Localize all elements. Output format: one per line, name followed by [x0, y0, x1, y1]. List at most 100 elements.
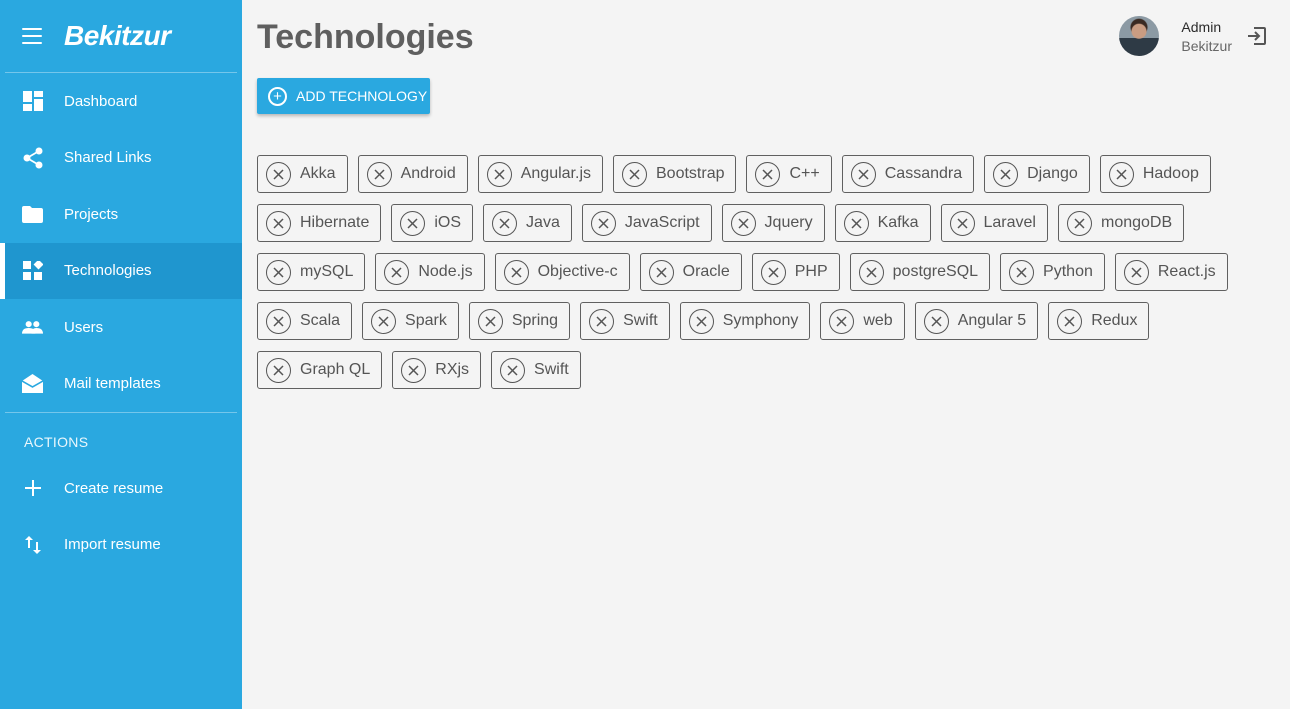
remove-circle-icon[interactable]	[266, 357, 291, 383]
remove-circle-icon[interactable]	[923, 308, 949, 334]
technology-chip: Angular 5	[914, 302, 1039, 340]
sidebar-item-technologies[interactable]: Technologies	[0, 242, 242, 299]
actions-section-title: ACTIONS	[24, 434, 89, 450]
technology-chip: Hibernate	[257, 204, 382, 242]
technology-chip: Spark	[362, 302, 459, 340]
technology-chip-label: Django	[1027, 165, 1078, 182]
people-icon	[22, 317, 43, 338]
remove-circle-icon[interactable]	[1009, 259, 1035, 285]
sidebar-action-import-resume[interactable]: Import resume	[0, 517, 242, 574]
technology-chip-label: web	[863, 312, 893, 329]
technology-chip: Python	[1000, 253, 1105, 291]
remove-circle-icon[interactable]	[622, 161, 647, 187]
remove-circle-icon[interactable]	[266, 210, 291, 236]
remove-circle-icon[interactable]	[366, 161, 392, 187]
remove-circle-icon[interactable]	[858, 259, 884, 285]
remove-circle-icon[interactable]	[1057, 308, 1083, 334]
technology-chip: Spring	[468, 302, 571, 340]
sidebar-item-label: Users	[64, 318, 104, 336]
technology-chip-label: Laravel	[983, 214, 1036, 231]
technology-chip: Node.js	[375, 253, 485, 291]
technology-chip-label: Jquery	[764, 214, 813, 231]
remove-circle-icon[interactable]	[477, 308, 503, 334]
widgets-icon	[22, 260, 43, 281]
technology-chip-label: JavaScript	[624, 214, 700, 231]
remove-circle-icon[interactable]	[371, 308, 397, 334]
technology-chip: web	[820, 302, 905, 340]
plus-icon	[22, 478, 43, 499]
remove-circle-icon[interactable]	[590, 210, 616, 236]
technology-chip-label: Redux	[1091, 312, 1138, 329]
sidebar-item-users[interactable]: Users	[0, 299, 242, 356]
technology-chip-label: RXjs	[435, 361, 470, 378]
remove-circle-icon[interactable]	[648, 259, 674, 285]
technology-chip-label: Bootstrap	[656, 165, 725, 182]
remove-circle-icon[interactable]	[993, 161, 1019, 187]
remove-circle-icon[interactable]	[829, 308, 855, 334]
remove-circle-icon[interactable]	[688, 308, 714, 334]
import-icon	[22, 534, 43, 555]
main-content: Technologies + ADD TECHNOLOGY Akka Androi…	[242, 0, 1290, 709]
technology-chip-label: Scala	[300, 312, 341, 329]
technology-chip-label: Spark	[405, 312, 447, 329]
app-logo[interactable]: Bekitzur	[64, 20, 171, 52]
remove-circle-icon[interactable]	[850, 161, 876, 187]
technology-chip: Redux	[1048, 302, 1150, 340]
remove-circle-icon[interactable]	[400, 210, 426, 236]
sidebar-item-dashboard[interactable]: Dashboard	[0, 73, 242, 130]
avatar[interactable]	[1119, 16, 1160, 56]
technology-chip-label: iOS	[434, 214, 462, 231]
remove-circle-icon[interactable]	[503, 259, 529, 285]
technology-chip: Django	[984, 155, 1090, 193]
technology-chip: RXjs	[392, 351, 482, 389]
technology-chip: Bootstrap	[613, 155, 737, 193]
technology-chip-label: Hadoop	[1142, 165, 1199, 182]
remove-circle-icon[interactable]	[266, 308, 291, 334]
add-technology-button[interactable]: + ADD TECHNOLOGY	[257, 78, 430, 114]
remove-circle-icon[interactable]	[401, 357, 427, 383]
dashboard-icon	[22, 91, 43, 112]
remove-circle-icon[interactable]	[589, 308, 615, 334]
remove-circle-icon[interactable]	[1123, 259, 1149, 285]
user-name: Admin	[1181, 18, 1222, 35]
remove-circle-icon[interactable]	[486, 161, 512, 187]
sidebar-item-label: Projects	[64, 205, 119, 223]
technology-chip-label: React.js	[1157, 263, 1216, 280]
remove-circle-icon[interactable]	[384, 259, 410, 285]
remove-circle-icon[interactable]	[949, 210, 975, 236]
technology-chip: mySQL	[257, 253, 366, 291]
sidebar-item-shared-links[interactable]: Shared Links	[0, 130, 242, 187]
technology-chip: Swift	[491, 351, 581, 389]
technology-chip: PHP	[751, 253, 840, 291]
technology-chip: Graph QL	[257, 351, 383, 389]
technology-chip: Akka	[257, 155, 348, 193]
technology-chip-label: Kafka	[877, 214, 919, 231]
technology-chip-label: Hibernate	[300, 214, 370, 231]
sidebar-action-create-resume[interactable]: Create resume	[0, 460, 242, 517]
hamburger-menu-icon[interactable]	[22, 28, 42, 44]
remove-circle-icon[interactable]	[1108, 161, 1134, 187]
technology-chip-label: Oracle	[682, 263, 730, 280]
remove-circle-icon[interactable]	[760, 259, 786, 285]
remove-circle-icon[interactable]	[492, 210, 518, 236]
remove-circle-icon[interactable]	[266, 161, 291, 187]
technology-chip-label: Java	[526, 214, 560, 231]
user-org: Bekitzur	[1181, 37, 1232, 54]
technology-chip-label: Python	[1043, 263, 1093, 280]
technology-chip: Android	[357, 155, 468, 193]
logout-icon[interactable]	[1246, 25, 1268, 47]
remove-circle-icon[interactable]	[1066, 210, 1092, 236]
technology-chip-label: mongoDB	[1100, 214, 1173, 231]
remove-circle-icon[interactable]	[730, 210, 756, 236]
technology-chip: JavaScript	[581, 204, 712, 242]
technology-chip-label: Graph QL	[300, 361, 371, 378]
remove-circle-icon[interactable]	[500, 357, 526, 383]
technology-chip-label: Spring	[511, 312, 559, 329]
sidebar-item-projects[interactable]: Projects	[0, 186, 242, 243]
add-circle-icon: +	[268, 86, 287, 106]
remove-circle-icon[interactable]	[755, 161, 781, 187]
remove-circle-icon[interactable]	[266, 259, 291, 285]
remove-circle-icon[interactable]	[843, 210, 869, 236]
technology-chip-label: Cassandra	[884, 165, 963, 182]
sidebar-item-mail-templates[interactable]: Mail templates	[0, 356, 242, 413]
